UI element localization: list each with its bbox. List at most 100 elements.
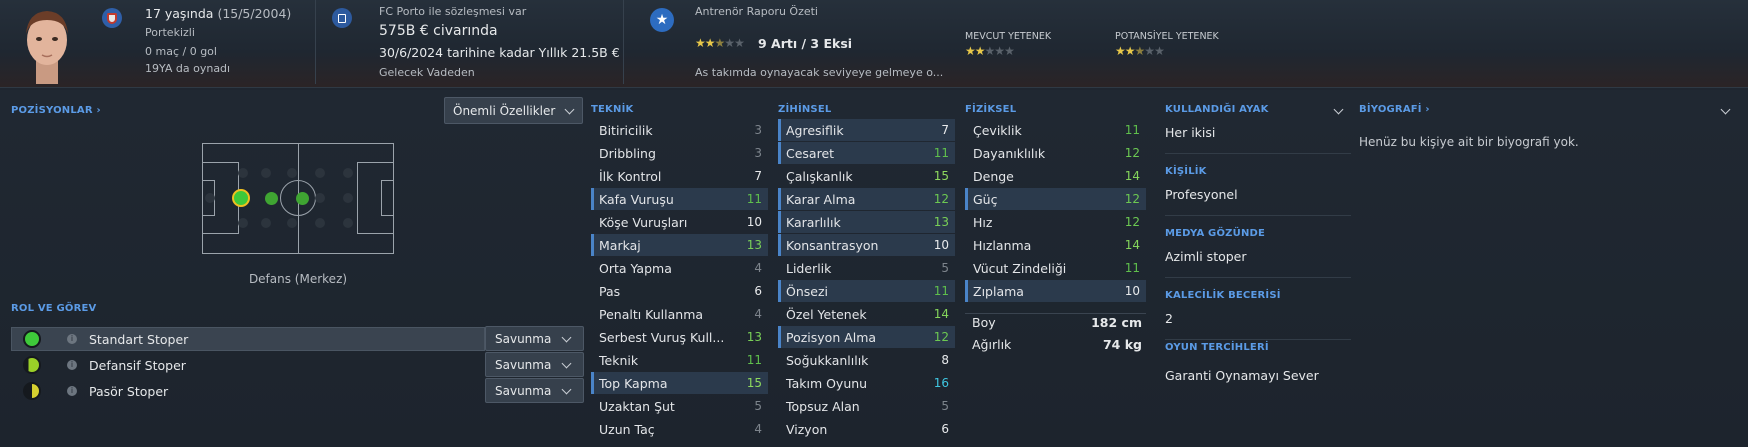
attribute-row[interactable]: Agresiflik 7 — [778, 119, 955, 141]
attribute-row[interactable]: Kafa Vuruşu 11 — [591, 188, 768, 210]
attribute-row[interactable]: Güç 12 — [965, 188, 1146, 210]
attribute-row[interactable]: Soğukkanlılık 8 — [778, 349, 955, 371]
attribute-label: Serbest Vuruş Kull... — [599, 329, 725, 345]
weight-label: Ağırlık — [972, 337, 1012, 352]
attribute-value: 14 — [1124, 238, 1140, 252]
attribute-value: 12 — [1124, 215, 1140, 229]
star-icon: ★ — [714, 36, 726, 50]
attribute-row[interactable]: Çeviklik 11 — [965, 119, 1146, 141]
duty-dropdown[interactable]: Savunma — [485, 326, 584, 351]
position-dot-natural[interactable] — [232, 189, 250, 207]
attribute-row[interactable]: Karar Alma 12 — [778, 188, 955, 210]
position-name: Defans (Merkez) — [248, 272, 348, 286]
club-badge-icon[interactable] — [102, 8, 122, 28]
attribute-row[interactable]: Serbest Vuruş Kull... 13 — [591, 326, 768, 348]
role-row[interactable] — [11, 327, 485, 351]
attribute-value: 11 — [1124, 123, 1140, 137]
attribute-value: 5 — [941, 261, 949, 275]
attributes-dropdown[interactable]: Önemli Özellikler — [444, 97, 583, 124]
attribute-label: Markaj — [599, 237, 641, 253]
position-dot-accomplished[interactable] — [265, 192, 278, 205]
attribute-row[interactable]: Kararlılık 13 — [778, 211, 955, 233]
info-icon[interactable]: i — [67, 334, 77, 344]
media-title: MEDYA GÖZÜNDE — [1165, 228, 1266, 239]
attribute-value: 13 — [746, 330, 762, 344]
attribute-label: Köşe Vuruşları — [599, 214, 688, 230]
divider — [1165, 339, 1351, 340]
positions-title[interactable]: POZİSYONLAR › — [11, 105, 101, 116]
attribute-row[interactable]: Cesaret 11 — [778, 142, 955, 164]
star-icon: ★ — [974, 44, 986, 58]
attribute-value: 14 — [1124, 169, 1140, 183]
attribute-row[interactable]: Takım Oyunu 16 — [778, 372, 955, 394]
star-icon: ★ — [984, 44, 996, 58]
attribute-value: 14 — [933, 307, 949, 321]
info-icon[interactable]: i — [67, 386, 77, 396]
star-icon: ★ — [1134, 44, 1146, 58]
attribute-label: Çeviklik — [973, 122, 1022, 138]
biography-title[interactable]: BİYOGRAFİ › — [1359, 104, 1430, 115]
attribute-label: Dayanıklılık — [973, 145, 1046, 161]
biography-text: Henüz bu kişiye ait bir biyografi yok. — [1359, 135, 1579, 149]
attribute-row[interactable]: İlk Kontrol 7 — [591, 165, 768, 187]
attribute-row[interactable]: Dribbling 3 — [591, 142, 768, 164]
duty-dropdown[interactable]: Savunma — [485, 378, 584, 403]
attribute-label: Konsantrasyon — [786, 237, 879, 253]
duty-label: Savunma — [495, 357, 552, 372]
role-row[interactable] — [11, 379, 485, 403]
attribute-label: Önsezi — [786, 283, 828, 299]
attribute-row[interactable]: Vücut Zindeliği 11 — [965, 257, 1146, 279]
preferences-value: Garanti Oynamayı Sever — [1165, 368, 1319, 383]
contract-icon — [332, 8, 352, 28]
attribute-row[interactable]: Hız 12 — [965, 211, 1146, 233]
attribute-row[interactable]: Pozisyon Alma 12 — [778, 326, 955, 348]
attribute-row[interactable]: Köşe Vuruşları 10 — [591, 211, 768, 233]
attribute-row[interactable]: Top Kapma 15 — [591, 372, 768, 394]
attribute-row[interactable]: Pas 6 — [591, 280, 768, 302]
attribute-value: 7 — [754, 169, 762, 183]
height-value: 182 cm — [1091, 315, 1142, 330]
personality-title: KİŞİLİK — [1165, 166, 1207, 177]
attribute-row[interactable]: Dayanıklılık 12 — [965, 142, 1146, 164]
attribute-value: 8 — [941, 353, 949, 367]
roles-title: ROL VE GÖREV — [11, 303, 97, 314]
duty-dropdown[interactable]: Savunma — [485, 352, 584, 377]
attribute-label: Hız — [973, 214, 993, 230]
divider — [1165, 277, 1351, 278]
attribute-value: 11 — [746, 353, 762, 367]
attribute-value: 12 — [933, 330, 949, 344]
attribute-row[interactable]: Çalışkanlık 15 — [778, 165, 955, 187]
role-row[interactable] — [11, 353, 485, 377]
attribute-row[interactable]: Vizyon 6 — [778, 418, 955, 440]
info-icon[interactable]: i — [67, 360, 77, 370]
attribute-value: 10 — [933, 238, 949, 252]
attribute-row[interactable]: Penaltı Kullanma 4 — [591, 303, 768, 325]
attribute-label: Hızlanma — [973, 237, 1032, 253]
position-dot-competent[interactable] — [296, 192, 309, 205]
attribute-row[interactable]: Önsezi 11 — [778, 280, 955, 302]
attribute-value: 10 — [746, 215, 762, 229]
attribute-row[interactable]: Konsantrasyon 10 — [778, 234, 955, 256]
attribute-row[interactable]: Uzaktan Şut 5 — [591, 395, 768, 417]
attribute-label: Orta Yapma — [599, 260, 672, 276]
star-icon: ★ — [965, 44, 976, 58]
attribute-value: 10 — [1124, 284, 1140, 298]
role-suitability-icon — [23, 330, 41, 348]
goalkeeping-title: KALECİLİK BECERİSİ — [1165, 290, 1281, 301]
attribute-label: Penaltı Kullanma — [599, 306, 704, 322]
attribute-row[interactable]: Özel Yetenek 14 — [778, 303, 955, 325]
technical-title: TEKNİK — [591, 104, 634, 115]
attribute-row[interactable]: Denge 14 — [965, 165, 1146, 187]
attribute-label: Kafa Vuruşu — [599, 191, 674, 207]
attribute-value: 4 — [754, 422, 762, 436]
attribute-row[interactable]: Liderlik 5 — [778, 257, 955, 279]
attribute-row[interactable]: Orta Yapma 4 — [591, 257, 768, 279]
attribute-row[interactable]: Topsuz Alan 5 — [778, 395, 955, 417]
attribute-row[interactable]: Markaj 13 — [591, 234, 768, 256]
attribute-row[interactable]: Zıplama 10 — [965, 280, 1146, 302]
attribute-value: 6 — [941, 422, 949, 436]
attribute-row[interactable]: Bitiricilik 3 — [591, 119, 768, 141]
attribute-row[interactable]: Hızlanma 14 — [965, 234, 1146, 256]
attribute-row[interactable]: Teknik 11 — [591, 349, 768, 371]
attribute-row[interactable]: Uzun Taç 4 — [591, 418, 768, 440]
